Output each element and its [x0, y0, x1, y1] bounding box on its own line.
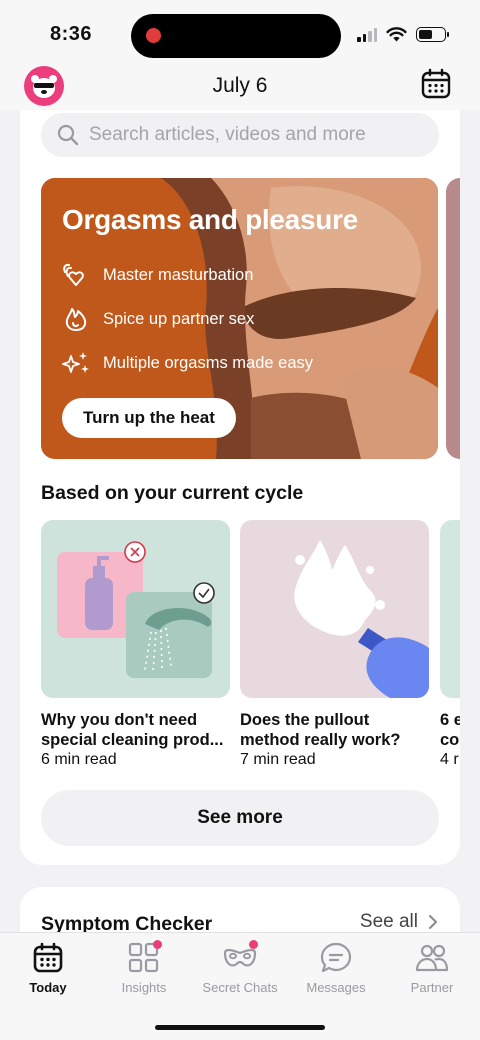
article-thumbnail — [41, 520, 230, 698]
tab-label: Partner — [410, 980, 454, 995]
dynamic-island — [131, 14, 341, 58]
content-card: Search articles, videos and more Orgasms… — [20, 110, 460, 865]
section-title: Based on your current cycle — [41, 482, 304, 504]
article-title-line2: special cleaning prod... — [41, 731, 224, 749]
article-read-time: 4 r — [440, 751, 459, 768]
next-promo-card-peek[interactable] — [446, 178, 460, 459]
chat-bubble-icon — [320, 942, 352, 973]
status-icons — [357, 27, 449, 42]
promo-item: Multiple orgasms made easy — [61, 350, 313, 376]
tab-label: Today — [29, 980, 67, 995]
article-read-time: 6 min read — [41, 751, 117, 768]
tab-bar: Today Insights Secret Chats Messages Par… — [0, 932, 480, 1040]
tab-label: Messages — [306, 980, 366, 995]
article-card[interactable]: 6 e co 4 r — [440, 520, 460, 770]
article-card[interactable]: Does the pullout method really work? 7 m… — [240, 520, 429, 770]
article-thumbnail — [240, 520, 429, 698]
notification-badge — [153, 940, 162, 949]
app-header: July 6 — [0, 62, 480, 110]
promo-title: Orgasms and pleasure — [62, 204, 358, 235]
chevron-right-icon — [429, 915, 437, 929]
people-icon — [415, 944, 449, 972]
tab-partner[interactable]: Partner — [384, 941, 480, 995]
article-title-line2: method really work? — [240, 731, 401, 749]
tab-today[interactable]: Today — [0, 941, 96, 995]
tab-label: Secret Chats — [202, 980, 278, 995]
article-title: Does the pullout — [240, 711, 370, 729]
article-card[interactable]: Why you don't need special cleaning prod… — [41, 520, 230, 770]
promo-card[interactable]: Orgasms and pleasure Master masturbation… — [41, 178, 438, 459]
article-title: Why you don't need — [41, 711, 198, 729]
sparkles-icon — [62, 352, 89, 373]
hand-heart-icon — [63, 263, 84, 286]
promo-item: Spice up partner sex — [61, 306, 254, 332]
home-indicator[interactable] — [155, 1025, 325, 1030]
search-icon — [57, 124, 79, 146]
status-bar: 8:36 — [0, 0, 480, 62]
see-more-button[interactable]: See more — [41, 790, 439, 846]
promo-item-label: Spice up partner sex — [103, 309, 255, 328]
see-all-link[interactable]: See all — [360, 911, 438, 933]
calendar-button[interactable] — [420, 68, 452, 100]
search-placeholder: Search articles, videos and more — [89, 124, 366, 145]
wifi-icon — [386, 27, 407, 42]
calendar-icon — [33, 942, 63, 973]
promo-item: Master masturbation — [61, 262, 253, 288]
search-bar[interactable]: Search articles, videos and more — [41, 113, 439, 157]
bottle-splash-illustration — [294, 540, 429, 698]
calendar-icon — [421, 68, 451, 99]
status-time: 8:36 — [50, 23, 93, 45]
turn-up-the-heat-button[interactable]: Turn up the heat — [62, 398, 236, 438]
tab-label: Insights — [121, 980, 167, 995]
page-title: July 6 — [212, 74, 268, 97]
cellular-signal-icon — [357, 27, 377, 42]
article-thumbnail — [440, 520, 460, 698]
article-title: 6 e — [440, 711, 460, 729]
promo-item-label: Master masturbation — [103, 265, 254, 284]
cleaning-products-illustration — [57, 541, 215, 678]
tab-messages[interactable]: Messages — [288, 941, 384, 995]
see-all-label: See all — [359, 911, 418, 932]
battery-icon — [416, 27, 449, 42]
article-read-time: 7 min read — [240, 751, 316, 768]
flame-icon — [65, 308, 87, 331]
tab-secret-chats[interactable]: Secret Chats — [192, 940, 288, 995]
article-title-line2: co — [440, 731, 460, 749]
recording-indicator — [146, 28, 161, 43]
notification-badge — [249, 940, 258, 949]
promo-item-label: Multiple orgasms made easy — [103, 353, 314, 372]
tab-insights[interactable]: Insights — [96, 940, 192, 995]
